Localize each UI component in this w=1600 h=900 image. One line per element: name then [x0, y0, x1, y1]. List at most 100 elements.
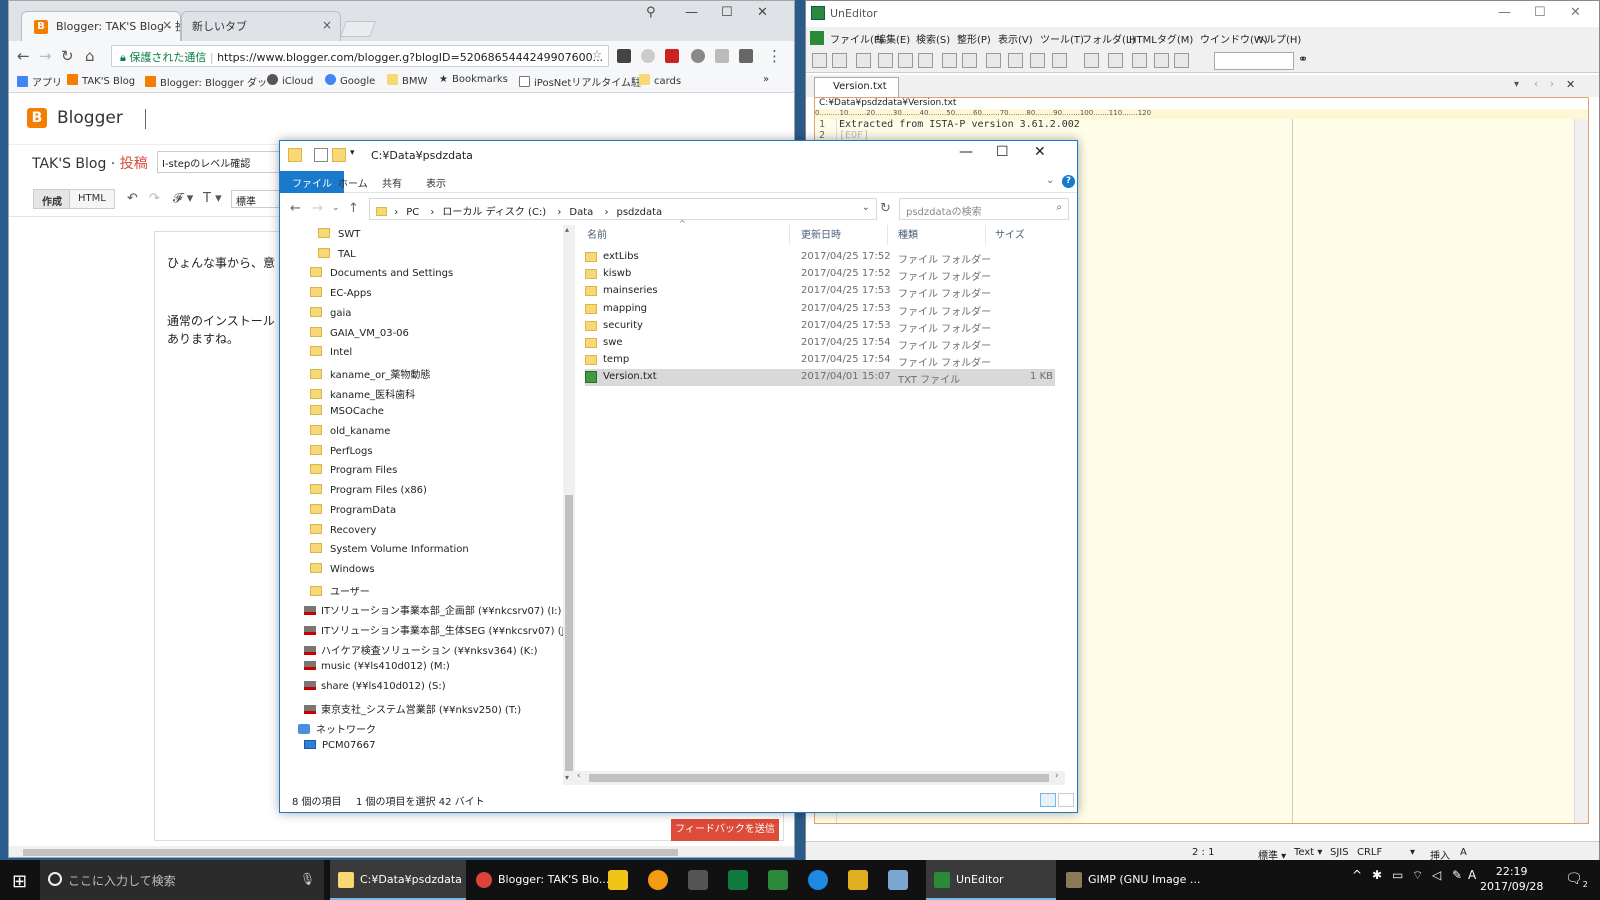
battery-icon[interactable]: ▭	[1392, 868, 1403, 882]
scroll-right-icon[interactable]: ›	[1055, 771, 1059, 781]
scroll-left-icon[interactable]: ‹	[577, 771, 581, 781]
nav-item[interactable]: ProgramData	[310, 503, 396, 516]
help-icon[interactable]: ?	[1062, 175, 1075, 188]
minimize-button[interactable]: —	[1498, 5, 1511, 20]
font-family-icon[interactable]: 𝓕 ▾	[173, 191, 193, 206]
pinned-ie-icon[interactable]	[808, 870, 828, 890]
column-header-type[interactable]: 種類	[898, 226, 918, 241]
horizontal-scrollbar[interactable]	[9, 846, 794, 857]
extension-red-icon[interactable]	[665, 49, 679, 63]
nav-item[interactable]: kaname_or_薬物動態	[310, 366, 430, 381]
extension-circle-icon[interactable]	[641, 49, 655, 63]
folder-row[interactable]: mapping 2017/04/25 17:53 ファイル フォルダー	[585, 301, 1055, 318]
breadcrumb-psdzdata[interactable]: psdzdata	[616, 207, 662, 218]
folder-row[interactable]: extLibs 2017/04/25 17:52 ファイル フォルダー	[585, 249, 1055, 266]
menu-edit[interactable]: 編集(E)	[876, 31, 910, 46]
folder-row[interactable]: kiswb 2017/04/25 17:52 ファイル フォルダー	[585, 266, 1055, 283]
column-header-size[interactable]: サイズ	[995, 226, 1025, 241]
nav-item[interactable]: Program Files (x86)	[310, 484, 427, 496]
nav-item[interactable]: Documents and Settings	[310, 267, 453, 279]
tab-view[interactable]: 表示	[414, 171, 458, 193]
toolbar-combo[interactable]	[1214, 52, 1294, 70]
redo-icon[interactable]: ↷	[149, 191, 160, 206]
details-view-icon[interactable]	[1040, 793, 1056, 807]
menu-search[interactable]: 検索(S)	[916, 31, 950, 46]
close-window-button[interactable]: ✕	[1570, 5, 1581, 20]
tab-blogger[interactable]: B Blogger: TAK'S Blog - 投稿 ×	[21, 11, 181, 41]
binoculars-icon[interactable]: ⚭	[1298, 52, 1308, 66]
bookmark-apps[interactable]: アプリ	[17, 74, 62, 89]
extension-chat-icon[interactable]	[691, 49, 705, 63]
recent-dropdown-icon[interactable]: ⌄	[332, 203, 340, 213]
breadcrumb-pc[interactable]: PC	[406, 207, 419, 218]
settings-icon[interactable]	[1174, 53, 1189, 68]
tab-list-icon[interactable]: ▾	[1514, 79, 1519, 90]
navigation-pane[interactable]: SWT TAL Documents and Settings EC-Apps gaia G…	[280, 225, 574, 785]
address-breadcrumb[interactable]: › PC › ローカル ディスク (C:) › Data › psdzdata ⌄	[369, 198, 877, 220]
browser-icon[interactable]	[1154, 53, 1169, 68]
nav-item[interactable]: ネットワーク	[298, 721, 376, 736]
notification-icon[interactable]: 🗨︎2	[1565, 871, 1588, 889]
nav-item[interactable]: share (¥¥ls410d012) (S:)	[304, 681, 446, 692]
bookmark-blogger-dashboard[interactable]: Blogger: Blogger ダッ	[145, 74, 267, 89]
new-folder-icon[interactable]	[332, 148, 346, 162]
taskbar-item-uneditor[interactable]: UnEditor	[926, 860, 1056, 900]
qat-dropdown-icon[interactable]: ▾	[350, 148, 358, 162]
bookmark-taks-blog[interactable]: TAK'S Blog	[67, 74, 135, 87]
extension-s-icon[interactable]	[739, 49, 753, 63]
large-icons-view-icon[interactable]	[1058, 793, 1074, 807]
close-tab-icon[interactable]: ×	[162, 18, 172, 32]
scroll-down-icon[interactable]: ▾	[565, 773, 569, 782]
tab-version-txt[interactable]: Version.txt	[814, 77, 899, 97]
home-icon[interactable]: ⌂	[85, 47, 95, 65]
wifi-icon[interactable]: ⌔	[1412, 868, 1423, 883]
clip-icon[interactable]	[1132, 53, 1147, 68]
nav-item[interactable]: PerfLogs	[310, 444, 373, 457]
compose-mode-button[interactable]: 作成	[33, 189, 71, 209]
undo-icon[interactable]: ↶	[127, 191, 138, 206]
windows-start-icon[interactable]: ⊞	[12, 871, 27, 892]
volume-icon[interactable]: ◁	[1432, 868, 1441, 882]
close-window-button[interactable]: ✕	[757, 5, 768, 20]
column-divider[interactable]	[985, 225, 986, 245]
folder-row[interactable]: security 2017/04/25 17:53 ファイル フォルダー	[585, 318, 1055, 335]
tab-new[interactable]: 新しいタブ ×	[181, 11, 341, 41]
file-list-hscrollbar[interactable]: ‹ ›	[575, 771, 1065, 785]
nav-item[interactable]: gaia	[310, 306, 351, 319]
taskbar-item-chrome[interactable]: Blogger: TAK'S Blo...	[468, 860, 609, 900]
print-preview-icon[interactable]	[898, 53, 913, 68]
ime-indicator[interactable]: A	[1468, 868, 1476, 882]
folder-row[interactable]: swe 2017/04/25 17:54 ファイル フォルダー	[585, 335, 1055, 352]
scrollbar-thumb[interactable]	[23, 849, 678, 856]
column-divider[interactable]	[887, 225, 888, 245]
pinned-gimp-icon[interactable]	[688, 870, 708, 890]
folder-row[interactable]: mainseries 2017/04/25 17:53 ファイル フォルダー	[585, 283, 1055, 300]
newline-label[interactable]: CRLF	[1357, 847, 1382, 858]
nav-item[interactable]: music (¥¥ls410d012) (M:)	[304, 661, 450, 672]
open-file-icon[interactable]	[832, 53, 847, 68]
chrome-menu-icon[interactable]: ⋮	[767, 47, 782, 65]
scrollbar-thumb[interactable]	[589, 774, 1049, 782]
pinned-keep-icon[interactable]	[608, 870, 628, 890]
bookmarks-overflow[interactable]: »	[763, 74, 769, 85]
scrollbar-thumb[interactable]	[565, 495, 573, 771]
nav-item[interactable]: kaname_医科歯科	[310, 386, 415, 401]
html-mode-button[interactable]: HTML	[69, 189, 115, 209]
minimize-button[interactable]: —	[959, 144, 973, 160]
lock-icon[interactable]	[942, 53, 957, 68]
nav-scrollbar[interactable]: ▴ ▾	[563, 225, 575, 785]
clock[interactable]: 22:19 2017/09/28	[1480, 864, 1543, 894]
tool-icon[interactable]	[1052, 53, 1067, 68]
nav-item[interactable]: Program Files	[310, 464, 397, 476]
nav-item[interactable]: Intel	[310, 346, 352, 358]
breadcrumb-data[interactable]: Data	[569, 207, 593, 218]
scroll-up-icon[interactable]: ▴	[565, 225, 569, 234]
extension-shield-icon[interactable]	[617, 49, 631, 63]
save-all-icon[interactable]	[878, 53, 893, 68]
bookmark-icon[interactable]	[962, 53, 977, 68]
blogger-brand[interactable]: Blogger	[57, 108, 123, 128]
copy-icon[interactable]	[1084, 53, 1099, 68]
new-tab-button[interactable]	[340, 21, 376, 37]
taskbar-item-explorer[interactable]: C:¥Data¥psdzdata	[330, 860, 466, 900]
tray-overflow-icon[interactable]: ^	[1352, 868, 1362, 882]
